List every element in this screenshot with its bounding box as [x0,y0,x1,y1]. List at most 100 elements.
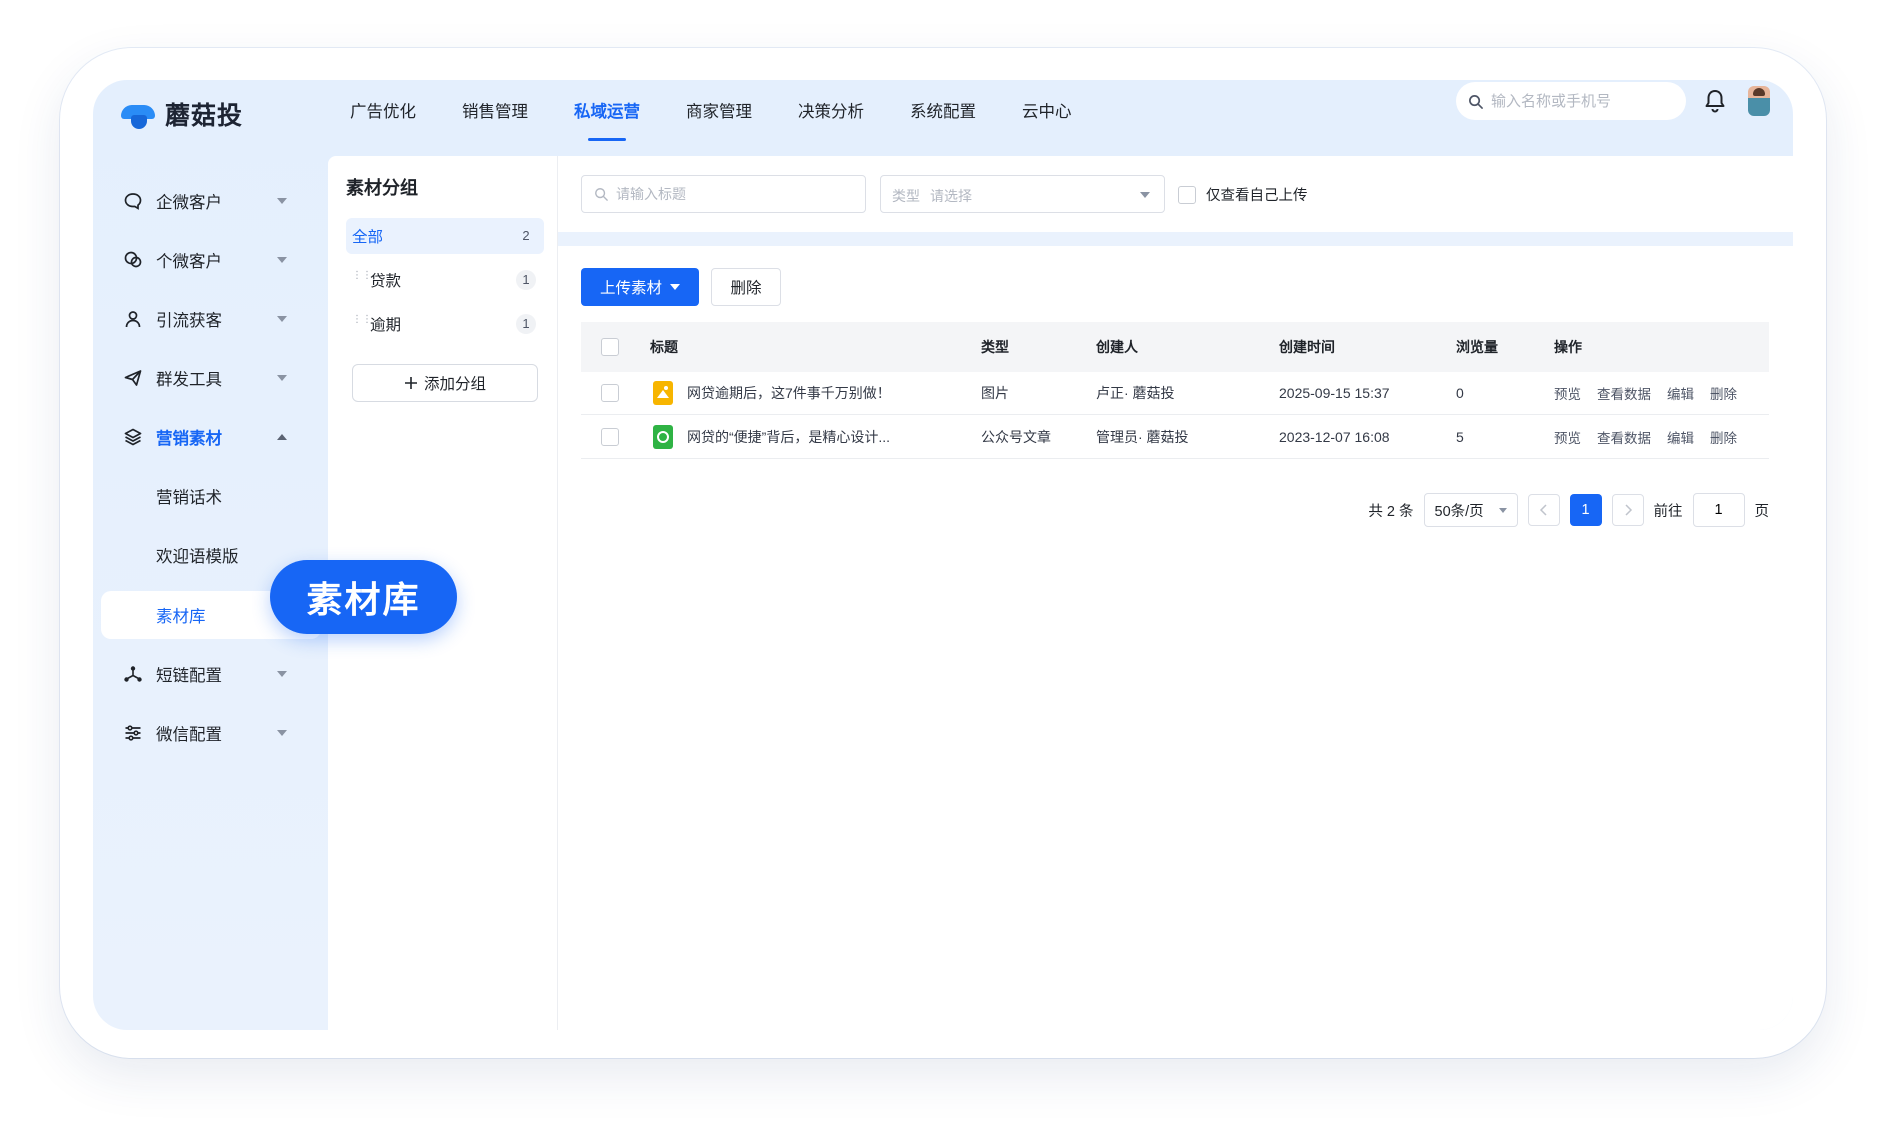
nav-item-analysis[interactable]: 决策分析 [775,80,887,156]
next-page-button[interactable] [1611,494,1644,526]
goto-label: 前往 [1653,503,1683,520]
view-data-link[interactable]: 查看数据 [1597,427,1651,447]
preview-link[interactable]: 预览 [1554,427,1581,447]
row-title-cell: 网贷逾期后，这7件事千万别做！ [653,372,891,414]
image-file-icon [653,381,673,405]
row-checkbox[interactable] [601,384,619,402]
global-search-input[interactable] [1491,92,1671,110]
caret-down-icon [670,284,680,290]
sidebar-item-sales-scripts[interactable]: 营销话术 [101,473,321,519]
filter-bar: 类型 请选择 仅查看自己上传 [558,156,1793,232]
view-data-link[interactable]: 查看数据 [1597,383,1651,403]
column-header-actions: 操作 [1554,339,1582,355]
group-item-count: 1 [516,314,536,334]
column-header-creator: 创建人 [1096,339,1138,355]
table-row[interactable]: 网贷的“便捷”背后，是精心设计... 公众号文章 管理员· 蘑菇投 2023-1… [581,415,1769,459]
group-item-overdue[interactable]: ⋮⋮ 逾期 1 [346,306,544,342]
nav-item-system-config[interactable]: 系统配置 [887,80,999,156]
delete-link[interactable]: 删除 [1710,427,1737,447]
global-search[interactable] [1456,82,1686,120]
chevron-down-icon [277,257,287,263]
brand-logo[interactable]: 蘑菇投 [121,92,243,136]
bulk-delete-button[interactable]: 删除 [711,268,781,306]
material-library-callout: 素材库 [270,560,457,634]
prev-page-button[interactable] [1527,494,1560,526]
search-icon [1469,94,1483,109]
top-nav: 广告优化 销售管理 私域运营 商家管理 决策分析 系统配置 云中心 [327,80,1095,156]
nav-item-cloud-center[interactable]: 云中心 [999,80,1095,156]
upload-material-button[interactable]: 上传素材 [581,268,699,306]
checkbox[interactable] [1178,185,1196,204]
page-size-value: 50条/页 [1434,503,1484,520]
paper-plane-icon [124,370,142,386]
table-header: 标题 类型 创建人 创建时间 浏览量 操作 [581,322,1769,372]
drag-handle-icon[interactable]: ⋮⋮ [352,315,372,330]
sidebar-item-wechat-config[interactable]: 微信配置 [101,710,321,756]
share-nodes-icon [124,666,142,682]
group-item-label: 全部 [352,229,384,246]
sidebar-item-label: 引流获客 [156,312,222,330]
row-type: 图片 [981,385,1009,401]
pagination-total: 共 2 条 [1368,503,1414,520]
row-creator: 卢正· 蘑菇投 [1096,385,1175,401]
title-search[interactable] [581,175,866,213]
row-checkbox-cell [601,372,619,414]
add-group-button[interactable]: 添加分组 [352,364,538,402]
double-chat-icon [124,251,142,268]
page-number-current[interactable]: 1 [1569,494,1602,526]
app-window: 蘑菇投 广告优化 销售管理 私域运营 商家管理 决策分析 系统配置 云中心 企微… [93,80,1793,1030]
sidebar-item-label: 营销素材 [156,430,222,448]
preview-link[interactable]: 预览 [1554,383,1581,403]
sidebar-item-lead-gen[interactable]: 引流获客 [101,296,321,342]
chevron-left-icon [1539,504,1547,516]
page-size-select[interactable]: 50条/页 [1423,493,1518,527]
nav-item-sales[interactable]: 销售管理 [439,80,551,156]
sidebar-item-short-links[interactable]: 短链配置 [101,651,321,697]
edit-link[interactable]: 编辑 [1667,427,1694,447]
group-panel-title: 素材分组 [346,178,418,198]
row-created-time: 2023-12-07 16:08 [1279,428,1390,445]
goto-page-input[interactable] [1692,493,1745,527]
sidebar-item-wecom-customers[interactable]: 企微客户 [101,178,321,224]
delete-link[interactable]: 删除 [1710,383,1737,403]
row-checkbox[interactable] [601,427,619,446]
nav-item-private-domain[interactable]: 私域运营 [551,80,663,156]
type-select-placeholder: 请选择 [930,188,972,204]
material-main: 类型 请选择 仅查看自己上传 上传素材 删除 标题 类型 创建人 创建时间 浏览… [558,156,1793,1030]
group-item-all[interactable]: 全部 2 [346,218,544,254]
plus-icon [404,377,417,389]
chevron-down-icon [277,198,287,204]
sidebar-item-label: 营销话术 [156,489,222,507]
row-title: 网贷的“便捷”背后，是精心设计... [687,428,890,445]
group-item-loans[interactable]: ⋮⋮ 贷款 1 [346,262,544,298]
select-all-cell [601,322,619,372]
sidebar-item-label: 企微客户 [156,194,222,212]
table-row[interactable]: 网贷逾期后，这7件事千万别做！ 图片 卢正· 蘑菇投 2025-09-15 15… [581,372,1769,415]
sidebar-item-broadcast[interactable]: 群发工具 [101,355,321,401]
sidebar-item-marketing-materials[interactable]: 营销素材 [101,414,321,460]
sidebar-item-label: 个微客户 [156,253,222,271]
chevron-down-icon [1498,508,1507,513]
group-item-count: 1 [516,270,536,290]
row-views: 5 [1456,428,1464,445]
only-mine-label: 仅查看自己上传 [1206,188,1308,204]
chevron-right-icon [1624,504,1632,516]
bell-icon[interactable] [1703,88,1727,114]
sidebar-item-wechat-customers[interactable]: 个微客户 [101,237,321,283]
column-header-created: 创建时间 [1279,339,1335,355]
type-select[interactable]: 类型 请选择 [880,175,1165,213]
type-select-label: 类型 [892,188,920,204]
drag-handle-icon[interactable]: ⋮⋮ [352,271,372,286]
wechat-article-icon [653,424,673,449]
sidebar-item-label: 短链配置 [156,667,222,685]
nav-item-merchants[interactable]: 商家管理 [663,80,775,156]
upload-label: 上传素材 [599,280,662,297]
title-search-input[interactable] [616,186,836,202]
select-all-checkbox[interactable] [601,338,619,356]
nav-item-ad-optimization[interactable]: 广告优化 [327,80,439,156]
only-mine-checkbox[interactable]: 仅查看自己上传 [1178,184,1308,205]
edit-link[interactable]: 编辑 [1667,383,1694,403]
sidebar-item-label: 微信配置 [156,726,222,744]
user-avatar[interactable] [1748,86,1770,116]
section-divider [558,232,1793,246]
